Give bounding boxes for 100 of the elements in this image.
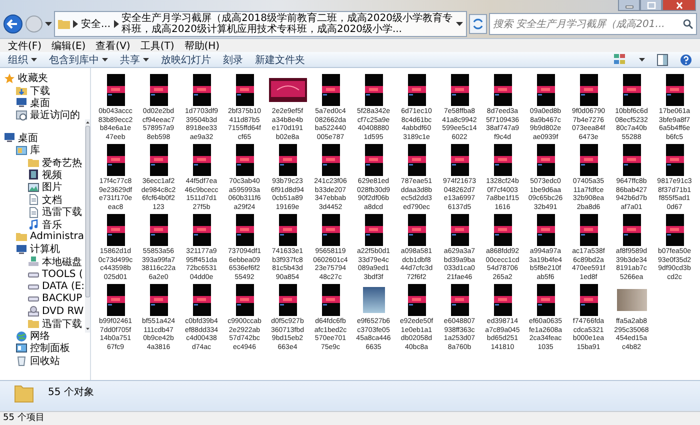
screenshot-thumbnail[interactable] [536,144,554,176]
menu-item[interactable]: 编辑(E) [48,38,90,52]
toolbar-button[interactable]: 包含到库中 [49,52,108,66]
chevron-icon[interactable] [114,20,119,28]
screenshot-thumbnail[interactable] [622,144,640,176]
nav-tree-item[interactable]: 计算机 [30,242,60,256]
screenshot-thumbnail[interactable] [666,74,684,106]
menu-item[interactable]: 查看(V) [92,38,134,52]
screenshot-thumbnail[interactable] [450,214,468,246]
nav-tree-item[interactable]: DVD RW [42,306,84,317]
screenshot-thumbnail[interactable] [322,74,340,106]
nav-tree-item[interactable]: 图片 [42,180,62,194]
nav-tree-item[interactable]: 本地磁盘 [42,254,82,269]
screenshot-thumbnail[interactable] [236,284,254,316]
screenshot-thumbnail[interactable] [580,214,598,246]
preview-pane-icon[interactable] [657,54,668,66]
menu-item[interactable]: 工具(T) [136,38,178,52]
dropdown-caret-icon[interactable] [456,21,463,27]
nav-tree-item[interactable]: DATA (E: [42,280,85,292]
nav-tree-item[interactable]: 桌面 [30,96,50,110]
screenshot-thumbnail[interactable] [666,214,684,246]
view-options-icon[interactable] [614,54,627,65]
screenshot-thumbnail[interactable] [580,144,598,176]
close-button[interactable] [662,0,696,11]
screenshot-thumbnail[interactable] [494,214,512,246]
nav-tree-item[interactable]: 迅雷下载 [42,205,82,220]
nav-tree-item[interactable]: 库 [30,143,40,158]
address-bar[interactable]: 安全... 安全生产月学习截屏（成高2018级学前教育二班，成高2020级小学教育专科班，成高2020级计算机应用技术专科班，成高2020级小学... [54,11,467,37]
nav-tree-item[interactable]: 控制面板 [30,341,70,356]
back-button[interactable] [3,14,23,34]
nav-tree-item[interactable]: 回收站 [30,354,60,368]
maximize-button[interactable] [640,0,662,11]
screenshot-thumbnail[interactable] [450,74,468,106]
nav-tree-item[interactable]: 爱奇艺热 [42,156,82,170]
breadcrumb-segment[interactable]: 安全生产月学习截屏（成高2018级学前教育二班，成高2020级小学教育专科班，成高2020级计算机应用技术专科班，成高2020级小学... [122,13,453,35]
nav-tree-item[interactable]: 音乐 [42,218,62,232]
nav-tree-item[interactable]: 视频 [42,168,62,182]
screenshot-thumbnail[interactable] [192,74,210,106]
screenshot-thumbnail[interactable] [622,214,640,246]
screenshot-thumbnail[interactable] [536,74,554,106]
menu-item[interactable]: 文件(F) [4,38,46,52]
screenshot-thumbnail[interactable] [150,284,168,316]
minimize-button[interactable] [618,0,640,11]
breadcrumb-segment[interactable]: 安全... [81,18,111,30]
screenshot-thumbnail[interactable] [364,144,382,176]
toolbar-button[interactable]: 刻录 [223,52,243,66]
nav-tree-item[interactable]: 网络 [30,329,50,344]
screenshot-thumbnail[interactable] [622,74,640,106]
screenshot-thumbnail[interactable] [236,74,254,106]
nav-tree-item[interactable]: 最近访问的 [30,108,80,122]
chevron-icon[interactable] [73,20,78,28]
screenshot-thumbnail[interactable] [494,144,512,176]
screenshot-thumbnail[interactable] [450,284,468,316]
toolbar-button[interactable]: 放映幻灯片 [161,52,211,66]
nav-tree-item[interactable]: 文档 [42,192,62,207]
screenshot-thumbnail[interactable] [278,284,296,316]
screenshot-thumbnail[interactable] [236,214,254,246]
screenshot-thumbnail[interactable] [192,284,210,316]
screenshot-thumbnail[interactable] [322,284,340,316]
nav-tree-item[interactable]: 下载 [30,84,50,98]
screenshot-thumbnail[interactable] [106,214,124,246]
nav-tree-item[interactable]: Administra [30,231,84,242]
screenshot-thumbnail[interactable] [150,74,168,106]
history-caret-icon[interactable] [45,21,52,27]
screenshot-thumbnail[interactable] [192,214,210,246]
screenshot-thumbnail[interactable] [408,284,426,316]
help-icon[interactable] [680,54,692,66]
screenshot-thumbnail[interactable] [408,214,426,246]
screenshot-thumbnail[interactable] [106,144,124,176]
caret-icon[interactable] [639,57,645,62]
screenshot-thumbnail[interactable] [236,144,254,176]
screenshot-thumbnail[interactable] [278,214,296,246]
nav-tree-item[interactable]: BACKUP [42,293,82,304]
screenshot-thumbnail[interactable] [364,214,382,246]
screenshot-thumbnail[interactable] [192,144,210,176]
screenshot-thumbnail[interactable] [536,284,554,316]
screenshot-thumbnail[interactable] [494,284,512,316]
screenshot-thumbnail[interactable] [408,144,426,176]
screenshot-thumbnail[interactable] [106,284,124,316]
screenshot-thumbnail[interactable] [106,74,124,106]
screenshot-thumbnail[interactable] [150,214,168,246]
image-thumbnail[interactable] [268,78,306,102]
screenshot-thumbnail[interactable] [278,144,296,176]
toolbar-button[interactable]: 新建文件夹 [255,52,305,66]
screenshot-thumbnail[interactable] [536,214,554,246]
screenshot-thumbnail[interactable] [666,144,684,176]
photo-placeholder[interactable] [362,287,384,313]
nav-tree-item[interactable]: 桌面 [18,130,38,145]
nav-tree-item[interactable]: 迅雷下载 [42,316,82,331]
nav-tree-item[interactable]: 收藏夹 [18,71,48,86]
nav-tree-item[interactable]: TOOLS ( [42,268,83,280]
screenshot-thumbnail[interactable] [408,74,426,106]
screenshot-thumbnail[interactable] [580,284,598,316]
toolbar-button[interactable]: 共享 [120,52,149,66]
screenshot-thumbnail[interactable] [494,74,512,106]
toolbar-button[interactable]: 组织 [8,52,37,66]
menu-item[interactable]: 帮助(H) [180,38,224,52]
screenshot-thumbnail[interactable] [150,144,168,176]
screenshot-thumbnail[interactable] [322,144,340,176]
screenshot-thumbnail[interactable] [580,74,598,106]
